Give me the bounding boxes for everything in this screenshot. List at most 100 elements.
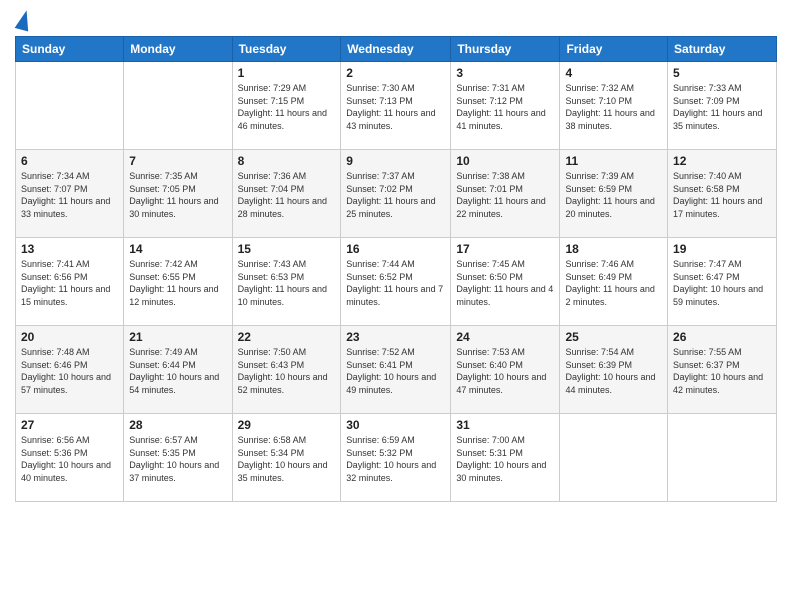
day-info: Sunrise: 7:34 AM Sunset: 7:07 PM Dayligh… xyxy=(21,170,118,220)
day-number: 14 xyxy=(129,242,226,256)
calendar-cell: 18 Sunrise: 7:46 AM Sunset: 6:49 PM Dayli… xyxy=(560,238,668,326)
day-number: 29 xyxy=(238,418,336,432)
day-number: 23 xyxy=(346,330,445,344)
day-number: 6 xyxy=(21,154,118,168)
weekday-header-tuesday: Tuesday xyxy=(232,37,341,62)
day-info: Sunrise: 7:30 AM Sunset: 7:13 PM Dayligh… xyxy=(346,82,445,132)
day-number: 18 xyxy=(565,242,662,256)
day-info: Sunrise: 7:55 AM Sunset: 6:37 PM Dayligh… xyxy=(673,346,771,396)
calendar-cell: 11 Sunrise: 7:39 AM Sunset: 6:59 PM Dayli… xyxy=(560,150,668,238)
day-info: Sunrise: 7:37 AM Sunset: 7:02 PM Dayligh… xyxy=(346,170,445,220)
day-info: Sunrise: 7:44 AM Sunset: 6:52 PM Dayligh… xyxy=(346,258,445,308)
day-number: 12 xyxy=(673,154,771,168)
day-info: Sunrise: 7:48 AM Sunset: 6:46 PM Dayligh… xyxy=(21,346,118,396)
weekday-header-wednesday: Wednesday xyxy=(341,37,451,62)
day-info: Sunrise: 7:53 AM Sunset: 6:40 PM Dayligh… xyxy=(456,346,554,396)
day-info: Sunrise: 7:29 AM Sunset: 7:15 PM Dayligh… xyxy=(238,82,336,132)
calendar-cell: 10 Sunrise: 7:38 AM Sunset: 7:01 PM Dayli… xyxy=(451,150,560,238)
calendar-cell: 6 Sunrise: 7:34 AM Sunset: 7:07 PM Daylig… xyxy=(16,150,124,238)
logo xyxy=(15,10,31,30)
calendar-cell: 2 Sunrise: 7:30 AM Sunset: 7:13 PM Daylig… xyxy=(341,62,451,150)
calendar-cell: 17 Sunrise: 7:45 AM Sunset: 6:50 PM Dayli… xyxy=(451,238,560,326)
calendar-cell: 26 Sunrise: 7:55 AM Sunset: 6:37 PM Dayli… xyxy=(668,326,777,414)
day-info: Sunrise: 7:54 AM Sunset: 6:39 PM Dayligh… xyxy=(565,346,662,396)
day-info: Sunrise: 6:58 AM Sunset: 5:34 PM Dayligh… xyxy=(238,434,336,484)
day-number: 16 xyxy=(346,242,445,256)
day-number: 9 xyxy=(346,154,445,168)
week-row-1: 6 Sunrise: 7:34 AM Sunset: 7:07 PM Daylig… xyxy=(16,150,777,238)
calendar-cell xyxy=(560,414,668,502)
day-number: 31 xyxy=(456,418,554,432)
day-number: 10 xyxy=(456,154,554,168)
calendar-cell: 9 Sunrise: 7:37 AM Sunset: 7:02 PM Daylig… xyxy=(341,150,451,238)
calendar-cell: 20 Sunrise: 7:48 AM Sunset: 6:46 PM Dayli… xyxy=(16,326,124,414)
weekday-header-friday: Friday xyxy=(560,37,668,62)
day-number: 3 xyxy=(456,66,554,80)
calendar-cell: 23Sunrise: 7:52 AM Sunset: 6:41 PM Dayli… xyxy=(341,326,451,414)
day-info: Sunrise: 7:46 AM Sunset: 6:49 PM Dayligh… xyxy=(565,258,662,308)
day-number: 4 xyxy=(565,66,662,80)
day-info: Sunrise: 7:50 AM Sunset: 6:43 PM Dayligh… xyxy=(238,346,336,396)
day-info: Sunrise: 7:39 AM Sunset: 6:59 PM Dayligh… xyxy=(565,170,662,220)
day-info: Sunrise: 7:41 AM Sunset: 6:56 PM Dayligh… xyxy=(21,258,118,308)
calendar-cell: 4 Sunrise: 7:32 AM Sunset: 7:10 PM Daylig… xyxy=(560,62,668,150)
day-info: Sunrise: 7:43 AM Sunset: 6:53 PM Dayligh… xyxy=(238,258,336,308)
day-number: 19 xyxy=(673,242,771,256)
week-row-0: 1Sunrise: 7:29 AM Sunset: 7:15 PM Daylig… xyxy=(16,62,777,150)
weekday-header-saturday: Saturday xyxy=(668,37,777,62)
calendar-cell xyxy=(668,414,777,502)
calendar-cell: 12 Sunrise: 7:40 AM Sunset: 6:58 PM Dayli… xyxy=(668,150,777,238)
day-info: Sunrise: 7:40 AM Sunset: 6:58 PM Dayligh… xyxy=(673,170,771,220)
day-number: 30 xyxy=(346,418,445,432)
calendar-cell: 1Sunrise: 7:29 AM Sunset: 7:15 PM Daylig… xyxy=(232,62,341,150)
day-number: 8 xyxy=(238,154,336,168)
day-number: 22 xyxy=(238,330,336,344)
calendar: SundayMondayTuesdayWednesdayThursdayFrid… xyxy=(15,36,777,502)
week-row-4: 27 Sunrise: 6:56 AM Sunset: 5:36 PM Dayli… xyxy=(16,414,777,502)
day-number: 25 xyxy=(565,330,662,344)
calendar-cell: 30Sunrise: 6:59 AM Sunset: 5:32 PM Dayli… xyxy=(341,414,451,502)
calendar-cell: 27 Sunrise: 6:56 AM Sunset: 5:36 PM Dayli… xyxy=(16,414,124,502)
day-number: 27 xyxy=(21,418,118,432)
day-number: 20 xyxy=(21,330,118,344)
day-number: 5 xyxy=(673,66,771,80)
day-info: Sunrise: 6:57 AM Sunset: 5:35 PM Dayligh… xyxy=(129,434,226,484)
day-info: Sunrise: 7:36 AM Sunset: 7:04 PM Dayligh… xyxy=(238,170,336,220)
calendar-cell: 5 Sunrise: 7:33 AM Sunset: 7:09 PM Daylig… xyxy=(668,62,777,150)
day-info: Sunrise: 7:45 AM Sunset: 6:50 PM Dayligh… xyxy=(456,258,554,308)
day-number: 26 xyxy=(673,330,771,344)
calendar-cell: 7 Sunrise: 7:35 AM Sunset: 7:05 PM Daylig… xyxy=(124,150,232,238)
day-info: Sunrise: 7:31 AM Sunset: 7:12 PM Dayligh… xyxy=(456,82,554,132)
week-row-3: 20 Sunrise: 7:48 AM Sunset: 6:46 PM Dayli… xyxy=(16,326,777,414)
calendar-cell: 19 Sunrise: 7:47 AM Sunset: 6:47 PM Dayli… xyxy=(668,238,777,326)
day-number: 17 xyxy=(456,242,554,256)
calendar-cell: 8 Sunrise: 7:36 AM Sunset: 7:04 PM Daylig… xyxy=(232,150,341,238)
calendar-cell xyxy=(124,62,232,150)
day-number: 28 xyxy=(129,418,226,432)
day-number: 7 xyxy=(129,154,226,168)
calendar-cell: 13 Sunrise: 7:41 AM Sunset: 6:56 PM Dayli… xyxy=(16,238,124,326)
day-info: Sunrise: 7:38 AM Sunset: 7:01 PM Dayligh… xyxy=(456,170,554,220)
logo-triangle-icon xyxy=(15,9,34,32)
calendar-cell: 16 Sunrise: 7:44 AM Sunset: 6:52 PM Dayli… xyxy=(341,238,451,326)
day-number: 13 xyxy=(21,242,118,256)
calendar-cell: 24Sunrise: 7:53 AM Sunset: 6:40 PM Dayli… xyxy=(451,326,560,414)
calendar-cell: 15Sunrise: 7:43 AM Sunset: 6:53 PM Dayli… xyxy=(232,238,341,326)
day-info: Sunrise: 7:47 AM Sunset: 6:47 PM Dayligh… xyxy=(673,258,771,308)
header xyxy=(15,10,777,30)
weekday-header-thursday: Thursday xyxy=(451,37,560,62)
calendar-cell: 31 Sunrise: 7:00 AM Sunset: 5:31 PM Dayli… xyxy=(451,414,560,502)
calendar-cell: 22 Sunrise: 7:50 AM Sunset: 6:43 PM Dayli… xyxy=(232,326,341,414)
day-info: Sunrise: 7:35 AM Sunset: 7:05 PM Dayligh… xyxy=(129,170,226,220)
calendar-cell: 28 Sunrise: 6:57 AM Sunset: 5:35 PM Dayli… xyxy=(124,414,232,502)
day-number: 2 xyxy=(346,66,445,80)
day-info: Sunrise: 7:00 AM Sunset: 5:31 PM Dayligh… xyxy=(456,434,554,484)
calendar-cell: 29 Sunrise: 6:58 AM Sunset: 5:34 PM Dayli… xyxy=(232,414,341,502)
day-info: Sunrise: 7:32 AM Sunset: 7:10 PM Dayligh… xyxy=(565,82,662,132)
day-info: Sunrise: 7:33 AM Sunset: 7:09 PM Dayligh… xyxy=(673,82,771,132)
calendar-cell: 21Sunrise: 7:49 AM Sunset: 6:44 PM Dayli… xyxy=(124,326,232,414)
day-number: 11 xyxy=(565,154,662,168)
day-info: Sunrise: 6:56 AM Sunset: 5:36 PM Dayligh… xyxy=(21,434,118,484)
day-info: Sunrise: 7:42 AM Sunset: 6:55 PM Dayligh… xyxy=(129,258,226,308)
weekday-header-sunday: Sunday xyxy=(16,37,124,62)
